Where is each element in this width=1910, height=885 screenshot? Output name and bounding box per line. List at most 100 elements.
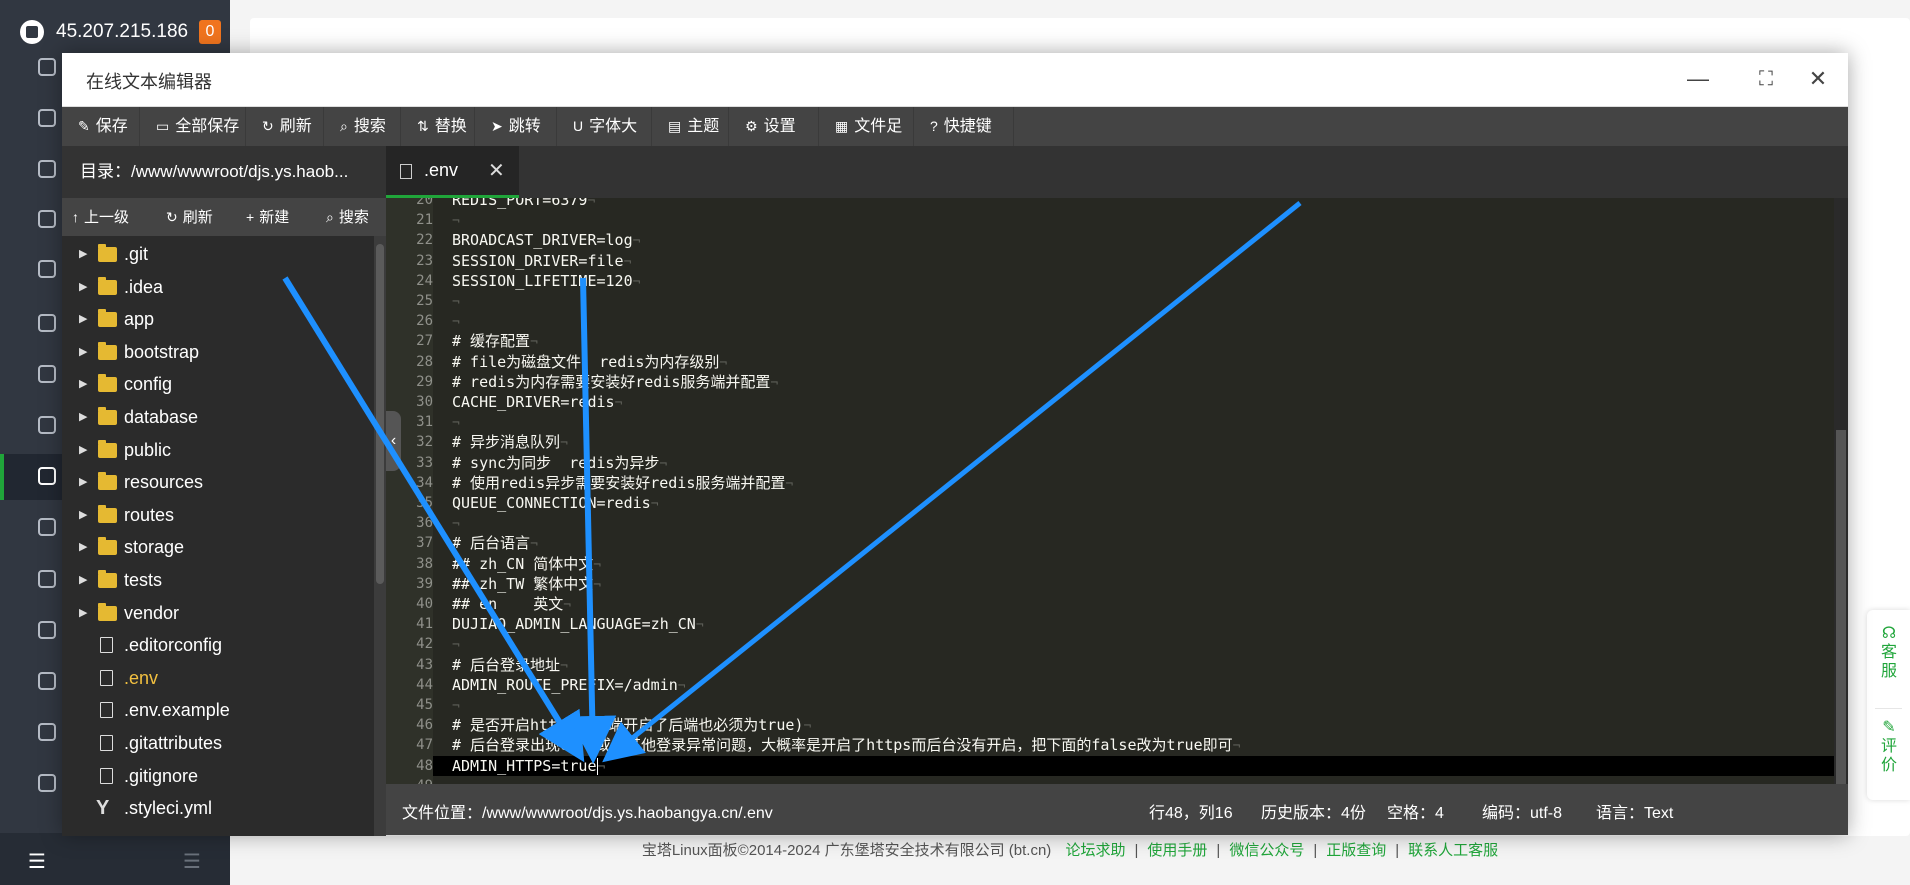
expand-arrow-icon[interactable]: ▶ [79, 564, 87, 596]
file-tree-item[interactable]: ▶ storage [62, 531, 374, 563]
file-tree-item[interactable]: ▶ vendor [62, 597, 374, 629]
toolbar-button[interactable]: ↻ 刷新 [246, 107, 324, 146]
server-info[interactable]: 45.207.215.186 [20, 18, 188, 46]
code-line[interactable]: ¬ [452, 311, 460, 331]
file-tree-item[interactable]: ▶ app [62, 303, 374, 335]
file-tree-item[interactable]: Y .styleci.yml [62, 792, 374, 824]
file-tree-item[interactable]: ▶ .git [62, 238, 374, 270]
history-versions[interactable]: 历史版本：4份 [1261, 799, 1366, 823]
footer-link-forum[interactable]: 论坛求助 [1065, 842, 1125, 859]
close-icon[interactable]: ✕ [1803, 64, 1833, 94]
code-line[interactable]: BROADCAST_DRIVER=log¬ [452, 230, 640, 250]
expand-arrow-icon[interactable]: ▶ [79, 499, 87, 531]
indent-setting[interactable]: 空格：4 [1387, 799, 1444, 823]
scrollbar-thumb[interactable] [376, 244, 384, 584]
toolbar-button[interactable]: ⌕ 搜索 [324, 107, 401, 146]
toolbar-button[interactable]: ✎ 保存 [62, 107, 140, 146]
toolbar-button[interactable]: ➤跳转行 [475, 107, 557, 174]
code-line[interactable]: ¬ [452, 412, 460, 432]
expand-arrow-icon[interactable]: ▶ [79, 238, 87, 270]
toolbar-button[interactable]: U字体大小 [557, 107, 652, 174]
code-line[interactable]: ¬ [452, 513, 460, 533]
code-line[interactable]: ADMIN_ROUTE_PREFIX=/admin¬ [452, 675, 686, 695]
toolbar-button[interactable]: ▦文件足迹 [819, 107, 914, 174]
file-tree-item[interactable]: ▶ public [62, 434, 374, 466]
code-line[interactable]: # redis为内存需要安装好redis服务端并配置¬ [452, 372, 778, 392]
code-line[interactable]: # 后台登录出现0err或者其他登录异常问题，大概率是开启了https而后台没有… [452, 735, 1240, 755]
file-tree-item[interactable]: .env.example [62, 694, 374, 726]
footer-link-manual[interactable]: 使用手册 [1147, 842, 1207, 859]
code-line[interactable]: SESSION_DRIVER=file¬ [452, 251, 631, 271]
footer-link-license[interactable]: 正版查询 [1326, 842, 1386, 859]
toolbar-button[interactable]: ▭ 全部保存 [140, 107, 246, 146]
code-editor[interactable]: 20 REDIS_PORT=6379¬ 21 ¬ 22 BROADCAST_DRIVER=… [386, 198, 1848, 784]
customer-service-button[interactable]: ☊ 客服 [1879, 624, 1899, 681]
toolbar-button[interactable]: ⚙ 设置 [729, 107, 819, 146]
code-line[interactable]: # sync为同步 redis为异步¬ [452, 453, 667, 473]
parent-dir-button[interactable]: ↑ 上一级 [72, 198, 129, 236]
file-tree-item[interactable]: .gitignore [62, 760, 374, 792]
scrollbar-thumb[interactable] [1836, 430, 1846, 784]
toolbar-button[interactable]: ? 快捷键 [914, 107, 1014, 146]
footer-link-support[interactable]: 联系人工客服 [1408, 842, 1498, 859]
sidebar-collapse[interactable]: ☰ ☰ [0, 833, 230, 885]
code-line[interactable]: ## en 英文¬ [452, 594, 571, 614]
expand-arrow-icon[interactable]: ▶ [79, 434, 87, 466]
file-tree-item[interactable]: ▶ tests [62, 564, 374, 596]
code-line[interactable]: ¬ [452, 210, 460, 230]
code-line[interactable]: QUEUE_CONNECTION=redis¬ [452, 493, 659, 513]
tree-collapse-toggle[interactable]: ‹ [386, 411, 401, 471]
file-tree-item[interactable]: ▶ database [62, 401, 374, 433]
code-line[interactable]: ## zh_TW 繁体中文¬ [452, 574, 601, 594]
file-tree-item[interactable]: .editorconfig [62, 629, 374, 661]
file-tree-item[interactable]: ▶ routes [62, 499, 374, 531]
code-line[interactable]: ¬ [452, 634, 460, 654]
file-tree-item[interactable]: ▶ bootstrap [62, 336, 374, 368]
toolbar-button[interactable]: ▤ 主题 [652, 107, 729, 146]
file-tree-item[interactable]: ▶ resources [62, 466, 374, 498]
toolbar-button[interactable]: ⇅ 替换 [401, 107, 475, 146]
review-button[interactable]: ✎ 评价 [1879, 718, 1899, 775]
file-tree-item[interactable]: .gitattributes [62, 727, 374, 759]
tab-close-icon[interactable]: ✕ [488, 158, 505, 183]
cursor-position[interactable]: 行48，列16 [1149, 799, 1233, 823]
language-setting[interactable]: 语言：Text [1596, 799, 1673, 823]
file-tree-item[interactable]: ▶ config [62, 368, 374, 400]
code-line[interactable]: # 缓存配置¬ [452, 331, 538, 351]
code-line[interactable]: # 是否开启https (前端开启了后端也必须为true)¬ [452, 715, 811, 735]
encoding-setting[interactable]: 编码：utf-8 [1482, 799, 1562, 823]
expand-arrow-icon[interactable]: ▶ [79, 597, 87, 629]
code-line[interactable]: # 使用redis异步需要安装好redis服务端并配置¬ [452, 473, 793, 493]
code-line[interactable]: ¬ [452, 695, 460, 715]
collapse-menu-icon[interactable]: ☰ [28, 849, 46, 874]
code-line[interactable]: # 后台语言¬ [452, 533, 538, 553]
menu-list-icon[interactable]: ☰ [183, 849, 201, 874]
code-line[interactable]: CACHE_DRIVER=redis¬ [452, 392, 622, 412]
new-file-button[interactable]: + 新建 [246, 198, 289, 236]
tab-env[interactable]: .env ✕ [386, 146, 519, 198]
code-line[interactable]: SESSION_LIFETIME=120¬ [452, 271, 640, 291]
maximize-icon[interactable]: ⛶ [1751, 64, 1781, 94]
code-line[interactable]: ¬ [452, 776, 460, 784]
minimize-icon[interactable]: — [1683, 64, 1713, 94]
tree-search-button[interactable]: ⌕ 搜索 [326, 198, 369, 236]
notification-badge[interactable]: 0 [199, 20, 221, 44]
expand-arrow-icon[interactable]: ▶ [79, 336, 87, 368]
expand-arrow-icon[interactable]: ▶ [79, 368, 87, 400]
code-line[interactable]: ADMIN_HTTPS=true¬ [452, 756, 605, 776]
code-line[interactable]: # 后台登录地址¬ [452, 655, 568, 675]
code-line[interactable]: # file为磁盘文件 redis为内存级别¬ [452, 352, 727, 372]
code-line[interactable]: DUJIAO_ADMIN_LANGUAGE=zh_CN¬ [452, 614, 704, 634]
expand-arrow-icon[interactable]: ▶ [79, 303, 87, 335]
file-tree-scrollbar[interactable] [374, 236, 386, 836]
tree-refresh-button[interactable]: ↻ 刷新 [166, 198, 213, 236]
code-line[interactable]: ## zh_CN 简体中文¬ [452, 554, 601, 574]
file-tree-item[interactable]: ▶ .idea [62, 271, 374, 303]
expand-arrow-icon[interactable]: ▶ [79, 271, 87, 303]
expand-arrow-icon[interactable]: ▶ [79, 401, 87, 433]
expand-arrow-icon[interactable]: ▶ [79, 531, 87, 563]
code-line[interactable]: REDIS_PORT=6379¬ [452, 198, 595, 210]
footer-link-wechat[interactable]: 微信公众号 [1229, 842, 1304, 859]
expand-arrow-icon[interactable]: ▶ [79, 466, 87, 498]
code-line[interactable]: # 异步消息队列¬ [452, 432, 568, 452]
